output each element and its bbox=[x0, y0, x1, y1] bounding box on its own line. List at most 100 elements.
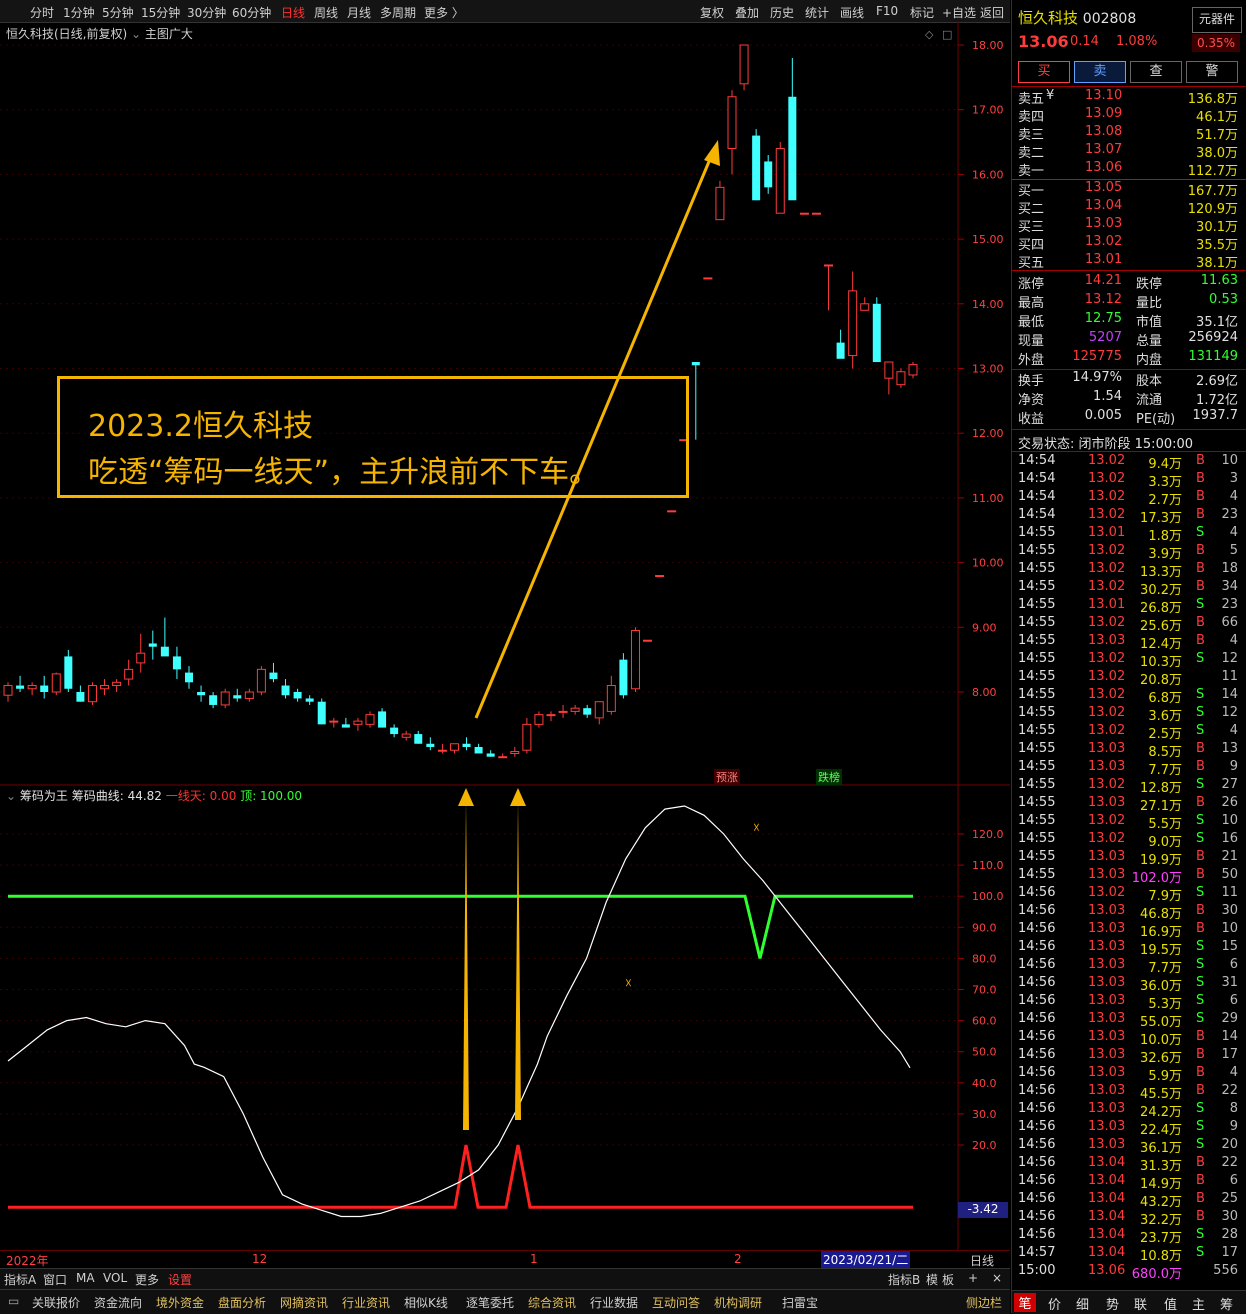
top-label: 顶: 100.00 bbox=[240, 789, 303, 803]
tick-volume: 1.8万 bbox=[1148, 529, 1182, 544]
tab-indicator-a[interactable]: 指标A bbox=[4, 1271, 36, 1288]
tick-side: S bbox=[1196, 525, 1205, 540]
tab-news-digest[interactable]: 网摘资讯 bbox=[280, 1294, 328, 1311]
ask-row[interactable]: 卖一 13.06 112.7万 bbox=[1012, 160, 1244, 179]
tick-side: B bbox=[1196, 921, 1205, 936]
ask-row[interactable]: 卖二 13.07 38.0万 bbox=[1012, 142, 1244, 161]
tab-indicator-b[interactable]: 指标B bbox=[888, 1271, 920, 1288]
tab-composite-news[interactable]: 综合资讯 bbox=[528, 1294, 576, 1311]
component-button[interactable]: 元器件 bbox=[1192, 7, 1242, 33]
tab-window[interactable]: 窗口 bbox=[43, 1271, 67, 1288]
tool-button[interactable]: F10 bbox=[876, 4, 898, 18]
tab-related[interactable]: 联 bbox=[1134, 1294, 1147, 1313]
tick-time: 14:55 bbox=[1018, 651, 1056, 666]
tab-foreign-funds[interactable]: 境外资金 bbox=[156, 1294, 204, 1311]
period-tab[interactable]: 分时 bbox=[30, 4, 54, 21]
tick-row: 14:56 13.03 22.4万 S 9 bbox=[1012, 1119, 1244, 1138]
bid-row[interactable]: 买四 13.02 35.5万 bbox=[1012, 234, 1244, 253]
tab-similar-kline[interactable]: 相似K线 bbox=[404, 1294, 448, 1311]
tab-ticks[interactable]: 笔 bbox=[1014, 1293, 1036, 1312]
close-icon[interactable]: × bbox=[992, 1271, 1002, 1285]
currency-icon: ¥ bbox=[1046, 88, 1055, 103]
chevron-down-icon[interactable]: ⌄ bbox=[6, 789, 16, 803]
buy-button[interactable]: 买 bbox=[1018, 61, 1070, 83]
tool-button[interactable]: 复权 bbox=[700, 4, 724, 21]
tick-volume: 7.7万 bbox=[1148, 763, 1182, 778]
tab-industry-data[interactable]: 行业数据 bbox=[590, 1294, 638, 1311]
alert-button[interactable]: 警 bbox=[1186, 61, 1238, 83]
square-icon[interactable]: □ bbox=[942, 28, 952, 41]
tool-button[interactable]: 历史 bbox=[770, 4, 794, 21]
sell-button[interactable]: 卖 bbox=[1074, 61, 1126, 83]
indicator-tick-label: 120.0 bbox=[972, 828, 1004, 841]
diamond-icon[interactable]: ◇ bbox=[925, 28, 934, 41]
period-tab[interactable]: 5分钟 bbox=[102, 4, 134, 21]
period-tab-active[interactable]: 日线 bbox=[281, 4, 305, 21]
tool-button[interactable]: 统计 bbox=[805, 4, 829, 21]
tab-qa[interactable]: 互动问答 bbox=[652, 1294, 700, 1311]
tab-main[interactable]: 主 bbox=[1192, 1294, 1205, 1313]
tab-more[interactable]: 更多 bbox=[135, 1271, 159, 1288]
tab-related-quotes[interactable]: 关联报价 bbox=[32, 1294, 80, 1311]
tab-industry-news[interactable]: 行业资讯 bbox=[342, 1294, 390, 1311]
tab-vol[interactable]: VOL bbox=[103, 1271, 127, 1285]
tick-price: 13.03 bbox=[1088, 1047, 1126, 1062]
tool-button[interactable]: 标记 bbox=[910, 4, 934, 21]
tab-mine-sweeper[interactable]: 扫雷宝 bbox=[782, 1294, 818, 1311]
tab-order-detail[interactable]: 逐笔委托 bbox=[466, 1294, 514, 1311]
tick-volume: 27.1万 bbox=[1140, 799, 1182, 814]
price-tick-label: 12.00 bbox=[972, 427, 1004, 440]
tick-row: 14:56 13.03 10.0万 B 14 bbox=[1012, 1029, 1244, 1048]
tick-time: 14:55 bbox=[1018, 813, 1056, 828]
tick-side: S bbox=[1196, 939, 1205, 954]
period-tab[interactable]: 30分钟 bbox=[187, 4, 226, 21]
period-tab[interactable]: 60分钟 bbox=[232, 4, 271, 21]
tick-row: 14:55 13.02 25.6万 B 66 bbox=[1012, 615, 1244, 634]
ask-row[interactable]: 卖四 13.09 46.1万 bbox=[1012, 106, 1244, 125]
sidebar-toggle[interactable]: 侧边栏 bbox=[966, 1294, 1002, 1311]
tab-price[interactable]: 价 bbox=[1048, 1294, 1061, 1313]
tick-row: 14:55 13.02 3.9万 B 5 bbox=[1012, 543, 1244, 562]
period-tab[interactable]: 更多 〉 bbox=[424, 4, 464, 21]
tab-template[interactable]: 模 bbox=[926, 1271, 938, 1288]
candle-body-up bbox=[449, 743, 459, 751]
bid-row[interactable]: 买二 13.04 120.9万 bbox=[1012, 198, 1244, 217]
tab-settings[interactable]: 设置 bbox=[168, 1271, 192, 1288]
tab-fund-flow[interactable]: 资金流向 bbox=[94, 1294, 142, 1311]
tick-time: 14:55 bbox=[1018, 525, 1056, 540]
tab-board[interactable]: 板 bbox=[942, 1271, 954, 1288]
tick-price: 13.03 bbox=[1088, 957, 1126, 972]
tab-chips[interactable]: 筹 bbox=[1220, 1294, 1233, 1313]
tab-trend[interactable]: 势 bbox=[1106, 1294, 1119, 1313]
ask-row[interactable]: 卖三 13.08 51.7万 bbox=[1012, 124, 1244, 143]
tool-button[interactable]: 返回 bbox=[980, 4, 1004, 21]
indicator-name[interactable]: 筹码为王 bbox=[20, 789, 68, 803]
period-tab[interactable]: 多周期 bbox=[380, 4, 416, 21]
stat-label: 净资 bbox=[1018, 393, 1045, 408]
tool-button[interactable]: 画线 bbox=[840, 4, 864, 21]
candle-body-up bbox=[3, 685, 13, 696]
bid-row[interactable]: 买一 13.05 167.7万 bbox=[1012, 180, 1244, 199]
candle-body-down bbox=[64, 656, 73, 689]
tab-market-analysis[interactable]: 盘面分析 bbox=[218, 1294, 266, 1311]
panel-icon[interactable]: ▭ bbox=[8, 1294, 19, 1308]
period-tab[interactable]: 15分钟 bbox=[141, 4, 180, 21]
period-tab[interactable]: 1分钟 bbox=[63, 4, 95, 21]
tab-value[interactable]: 值 bbox=[1164, 1294, 1177, 1313]
tab-ma[interactable]: MA bbox=[76, 1271, 95, 1285]
query-button[interactable]: 查 bbox=[1130, 61, 1182, 83]
tool-button[interactable]: 叠加 bbox=[735, 4, 759, 21]
add-icon[interactable]: + bbox=[968, 1271, 978, 1285]
tool-button[interactable]: +自选 bbox=[942, 4, 976, 21]
tab-detail[interactable]: 细 bbox=[1076, 1294, 1089, 1313]
kline-chart[interactable]: ☓ ☓ 8.00 9.00 10.00 11.00 12.00 13.00 14.00 15.0… bbox=[0, 22, 1010, 1268]
period-tab[interactable]: 周线 bbox=[314, 4, 338, 21]
bid-row[interactable]: 买三 13.03 30.1万 bbox=[1012, 216, 1244, 235]
bid-row[interactable]: 买五 13.01 38.1万 bbox=[1012, 252, 1244, 271]
tick-volume: 16.9万 bbox=[1140, 925, 1182, 940]
period-tab[interactable]: 月线 bbox=[347, 4, 371, 21]
tick-row: 14:56 13.04 32.2万 B 30 bbox=[1012, 1209, 1244, 1228]
tab-institution-research[interactable]: 机构调研 bbox=[714, 1294, 762, 1311]
tick-row: 14:55 13.02 20.8万 11 bbox=[1012, 669, 1244, 688]
tick-time: 14:55 bbox=[1018, 777, 1056, 792]
